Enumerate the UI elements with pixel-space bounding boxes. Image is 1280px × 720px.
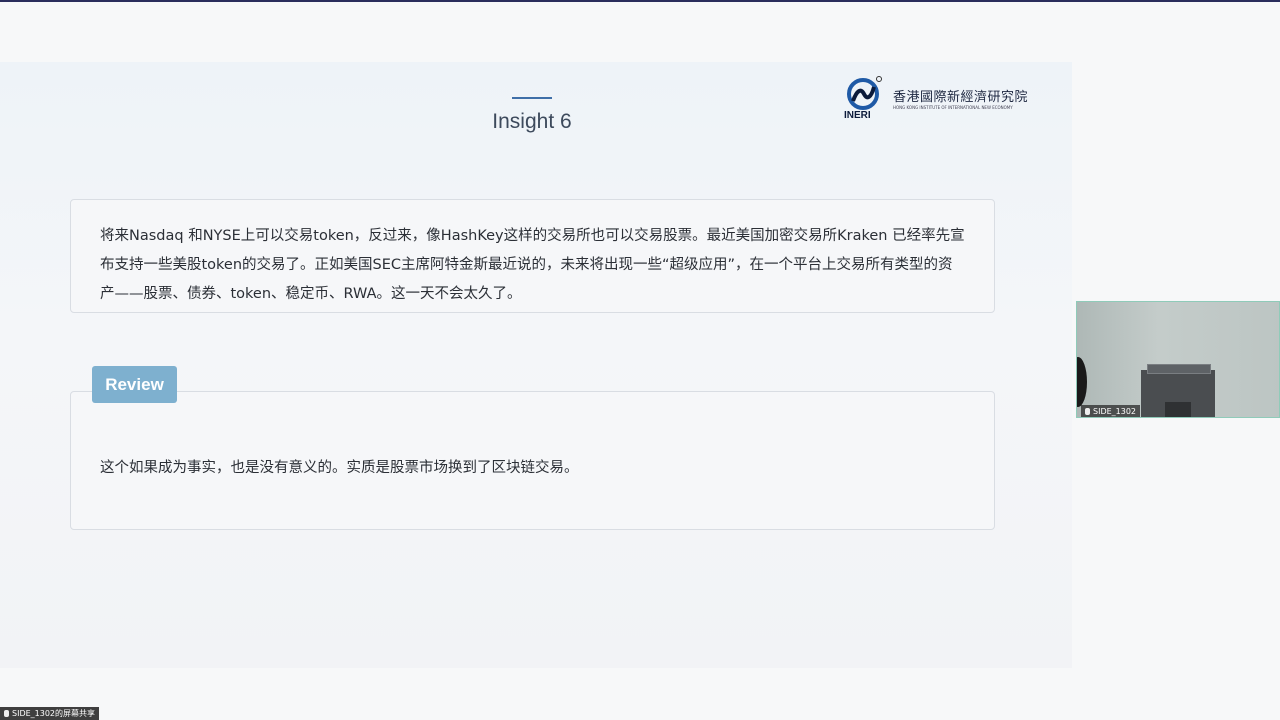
review-tag: Review (92, 366, 177, 403)
ineri-logo: INERI 香港國際新經濟研究院 HONG KONG INSTITUTE OF … (843, 74, 1043, 122)
insight-text: 将来Nasdaq 和NYSE上可以交易token，反过来，像HashKey这样的… (100, 228, 965, 302)
ineri-logo-icon: INERI (844, 76, 882, 120)
logo-name-en: HONG KONG INSTITUTE OF INTERNATIONAL NEW… (893, 105, 1013, 110)
insight-card: 将来Nasdaq 和NYSE上可以交易token，反过来，像HashKey这样的… (70, 199, 995, 313)
video-podium-top (1147, 364, 1211, 374)
logo-abbr: INERI (844, 110, 871, 120)
participant-name-label: SIDE_1302 (1081, 405, 1141, 417)
participant-video-tile[interactable]: SIDE_1302 (1076, 301, 1280, 418)
screen-share-label: SIDE_1302的屏幕共享 (0, 707, 100, 720)
review-text: 这个如果成为事实，也是没有意义的。实质是股票市场换到了区块链交易。 (100, 460, 579, 476)
video-podium-base (1165, 402, 1191, 417)
review-card: 这个如果成为事实，也是没有意义的。实质是股票市场换到了区块链交易。 (70, 391, 995, 530)
microphone-icon (4, 710, 9, 717)
logo-name-cn: 香港國際新經濟研究院 (893, 90, 1029, 105)
shared-slide (0, 62, 1072, 668)
window-top-rule (0, 0, 1280, 2)
microphone-icon (1085, 408, 1090, 415)
slide-title: Insight 6 (492, 110, 572, 133)
title-accent-bar (512, 97, 552, 99)
